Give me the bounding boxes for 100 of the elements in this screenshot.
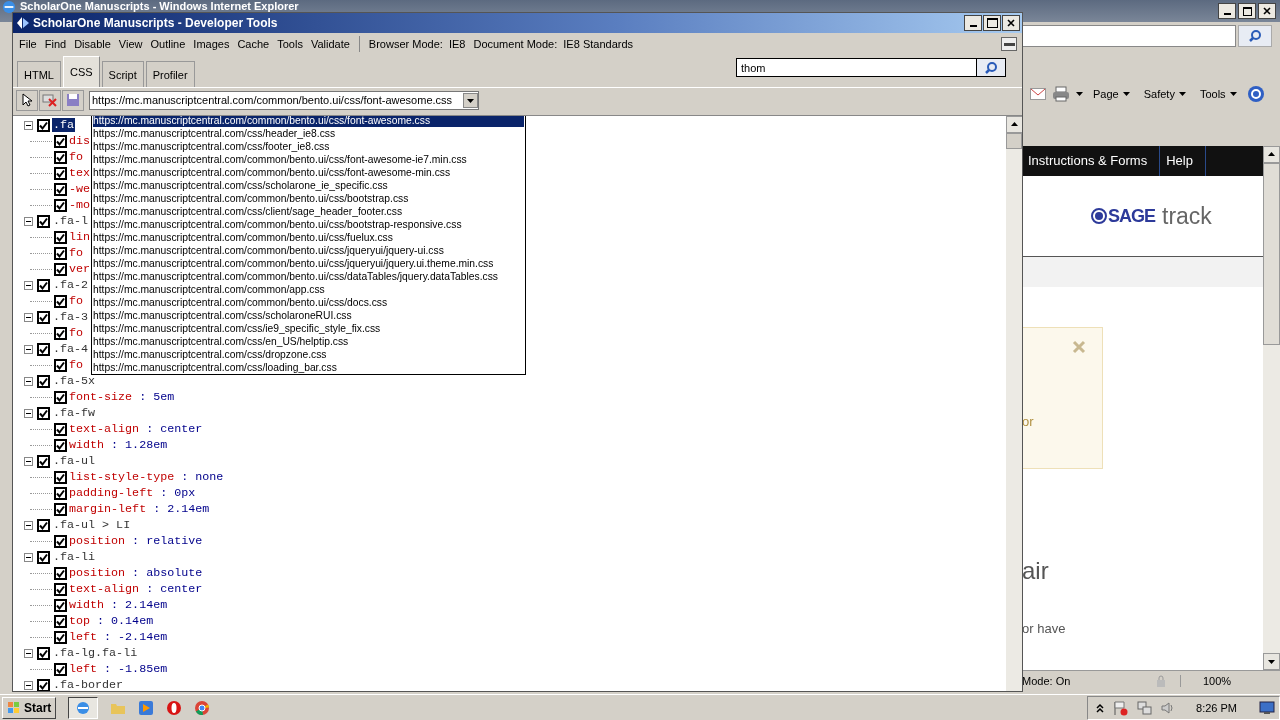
- checkbox[interactable]: [37, 678, 50, 691]
- dropdown-option[interactable]: https://mc.manuscriptcentral.com/css/scholarone_ie_specific.css: [93, 179, 524, 192]
- collapse-icon[interactable]: [24, 520, 33, 530]
- scroll-thumb[interactable]: [1006, 133, 1022, 149]
- property-name[interactable]: padding-left: [69, 486, 154, 500]
- property-value[interactable]: : 0.14em: [97, 614, 154, 628]
- checkbox[interactable]: [37, 454, 50, 468]
- property-value[interactable]: : center: [146, 582, 203, 596]
- search-field[interactable]: [1022, 25, 1236, 47]
- document-mode[interactable]: Document Mode: IE8 Standards: [469, 38, 638, 50]
- css-selector[interactable]: .fa-border: [52, 678, 125, 691]
- maximize-button[interactable]: [983, 15, 1001, 31]
- close-button[interactable]: [1002, 15, 1020, 31]
- dropdown-option[interactable]: https://mc.manuscriptcentral.com/css/header_ie8.css: [93, 127, 524, 140]
- dropdown-option[interactable]: https://mc.manuscriptcentral.com/common/bento.ui/css/dataTables/jquery.dataTables.css: [93, 270, 524, 283]
- property-name[interactable]: left: [69, 662, 98, 676]
- checkbox[interactable]: [54, 582, 67, 596]
- menu-item[interactable]: Outline: [146, 38, 190, 50]
- show-desktop-icon[interactable]: [1259, 700, 1275, 715]
- property-value[interactable]: : -2.14em: [104, 630, 168, 644]
- dropdown-option[interactable]: https://mc.manuscriptcentral.com/common/bento.ui/css/jqueryui/jquery.ui.theme.min.css: [93, 257, 524, 270]
- checkbox[interactable]: [54, 198, 67, 212]
- clock[interactable]: 8:26 PM: [1196, 701, 1237, 714]
- scroll-down-icon[interactable]: [1263, 653, 1280, 670]
- checkbox[interactable]: [54, 502, 67, 516]
- property-name[interactable]: width: [69, 598, 105, 612]
- checkbox[interactable]: [37, 406, 50, 420]
- scroll-up-icon[interactable]: [1006, 116, 1022, 133]
- property-name[interactable]: fo: [69, 358, 84, 372]
- search-field[interactable]: thom: [736, 58, 976, 77]
- command-button[interactable]: Page: [1089, 88, 1134, 100]
- collapse-icon[interactable]: [24, 216, 33, 226]
- collapse-icon[interactable]: [24, 312, 33, 322]
- checkbox[interactable]: [54, 166, 67, 180]
- checkbox[interactable]: [54, 262, 67, 276]
- css-selector[interactable]: .fa-l: [52, 214, 90, 228]
- menu-item[interactable]: File: [15, 38, 41, 50]
- css-selector[interactable]: .fa-4: [52, 342, 90, 356]
- checkbox[interactable]: [54, 390, 67, 404]
- close-button[interactable]: [1258, 3, 1276, 19]
- css-selector[interactable]: .fa-li: [52, 550, 97, 564]
- checkbox[interactable]: [54, 566, 67, 580]
- nav-link[interactable]: Help: [1160, 146, 1206, 176]
- css-selector[interactable]: .fa-lg.fa-li: [52, 646, 139, 660]
- checkbox[interactable]: [54, 598, 67, 612]
- dropdown-option[interactable]: https://mc.manuscriptcentral.com/common/bento.ui/css/jqueryui/jquery-ui.css: [93, 244, 524, 257]
- browser-mode[interactable]: Browser Mode: IE8: [364, 38, 470, 50]
- checkbox[interactable]: [37, 310, 50, 324]
- checkbox[interactable]: [37, 214, 50, 228]
- taskbar-button[interactable]: [68, 696, 99, 719]
- checkbox[interactable]: [54, 246, 67, 260]
- property-name[interactable]: width: [69, 438, 105, 452]
- zoom-button[interactable]: 100%: [1180, 675, 1250, 687]
- help-icon[interactable]: [1246, 85, 1265, 103]
- dock-button[interactable]: [1001, 37, 1017, 51]
- start-button[interactable]: Start: [2, 696, 57, 719]
- property-name[interactable]: fo: [69, 326, 84, 340]
- dropdown-option[interactable]: https://mc.manuscriptcentral.com/common/bento.ui/css/bootstrap.css: [93, 192, 524, 205]
- tab[interactable]: Script: [101, 61, 144, 87]
- property-name[interactable]: position: [69, 566, 126, 580]
- property-name[interactable]: list-style-type: [69, 470, 175, 484]
- property-value[interactable]: : center: [146, 422, 203, 436]
- clear-button[interactable]: [39, 89, 61, 111]
- collapse-icon[interactable]: [24, 680, 33, 690]
- save-button[interactable]: [62, 89, 84, 111]
- property-value[interactable]: : absolute: [132, 566, 203, 580]
- minimize-button[interactable]: [964, 15, 982, 31]
- dropdown-option[interactable]: https://mc.manuscriptcentral.com/common/bento.ui/css/font-awesome-min.css: [93, 166, 524, 179]
- search-button[interactable]: [976, 58, 1006, 77]
- css-selector[interactable]: .fa: [52, 118, 76, 132]
- checkbox[interactable]: [54, 422, 67, 436]
- collapse-icon[interactable]: [24, 456, 33, 466]
- checkbox[interactable]: [54, 534, 67, 548]
- dropdown-option[interactable]: https://mc.manuscriptcentral.com/common/bento.ui/css/docs.css: [93, 296, 524, 309]
- property-value[interactable]: : 1.28em: [111, 438, 168, 452]
- chrome-icon[interactable]: [194, 699, 211, 716]
- css-selector[interactable]: .fa-ul: [52, 454, 97, 468]
- dropdown-option[interactable]: https://mc.manuscriptcentral.com/css/dropzone.css: [93, 348, 524, 361]
- command-button[interactable]: Tools: [1195, 88, 1241, 100]
- property-value[interactable]: : 2.14em: [153, 502, 210, 516]
- property-name[interactable]: text-align: [69, 422, 140, 436]
- stylesheet-dropdown[interactable]: https://mc.manuscriptcentral.com/common/bento.ui/css/font-awesome.css: [89, 90, 479, 110]
- collapse-icon[interactable]: [24, 552, 33, 562]
- property-name[interactable]: top: [69, 614, 91, 628]
- dropdown-option[interactable]: https://mc.manuscriptcentral.com/common/bento.ui/css/fuelux.css: [93, 231, 524, 244]
- property-value[interactable]: : relative: [132, 534, 203, 548]
- checkbox[interactable]: [54, 486, 67, 500]
- checkbox[interactable]: [54, 230, 67, 244]
- checkbox[interactable]: [37, 118, 50, 132]
- checkbox[interactable]: [54, 614, 67, 628]
- opera-icon[interactable]: [166, 699, 183, 716]
- dropdown-option[interactable]: https://mc.manuscriptcentral.com/common/bento.ui/css/font-awesome-ie7.min.css: [93, 153, 524, 166]
- checkbox[interactable]: [37, 278, 50, 292]
- property-name[interactable]: left: [69, 630, 98, 644]
- mail-icon[interactable]: [1030, 88, 1046, 100]
- dropdown-option[interactable]: https://mc.manuscriptcentral.com/common/app.css: [93, 283, 524, 296]
- property-value[interactable]: : none: [181, 470, 224, 484]
- checkbox[interactable]: [54, 470, 67, 484]
- checkbox[interactable]: [37, 550, 50, 564]
- checkbox[interactable]: [54, 134, 67, 148]
